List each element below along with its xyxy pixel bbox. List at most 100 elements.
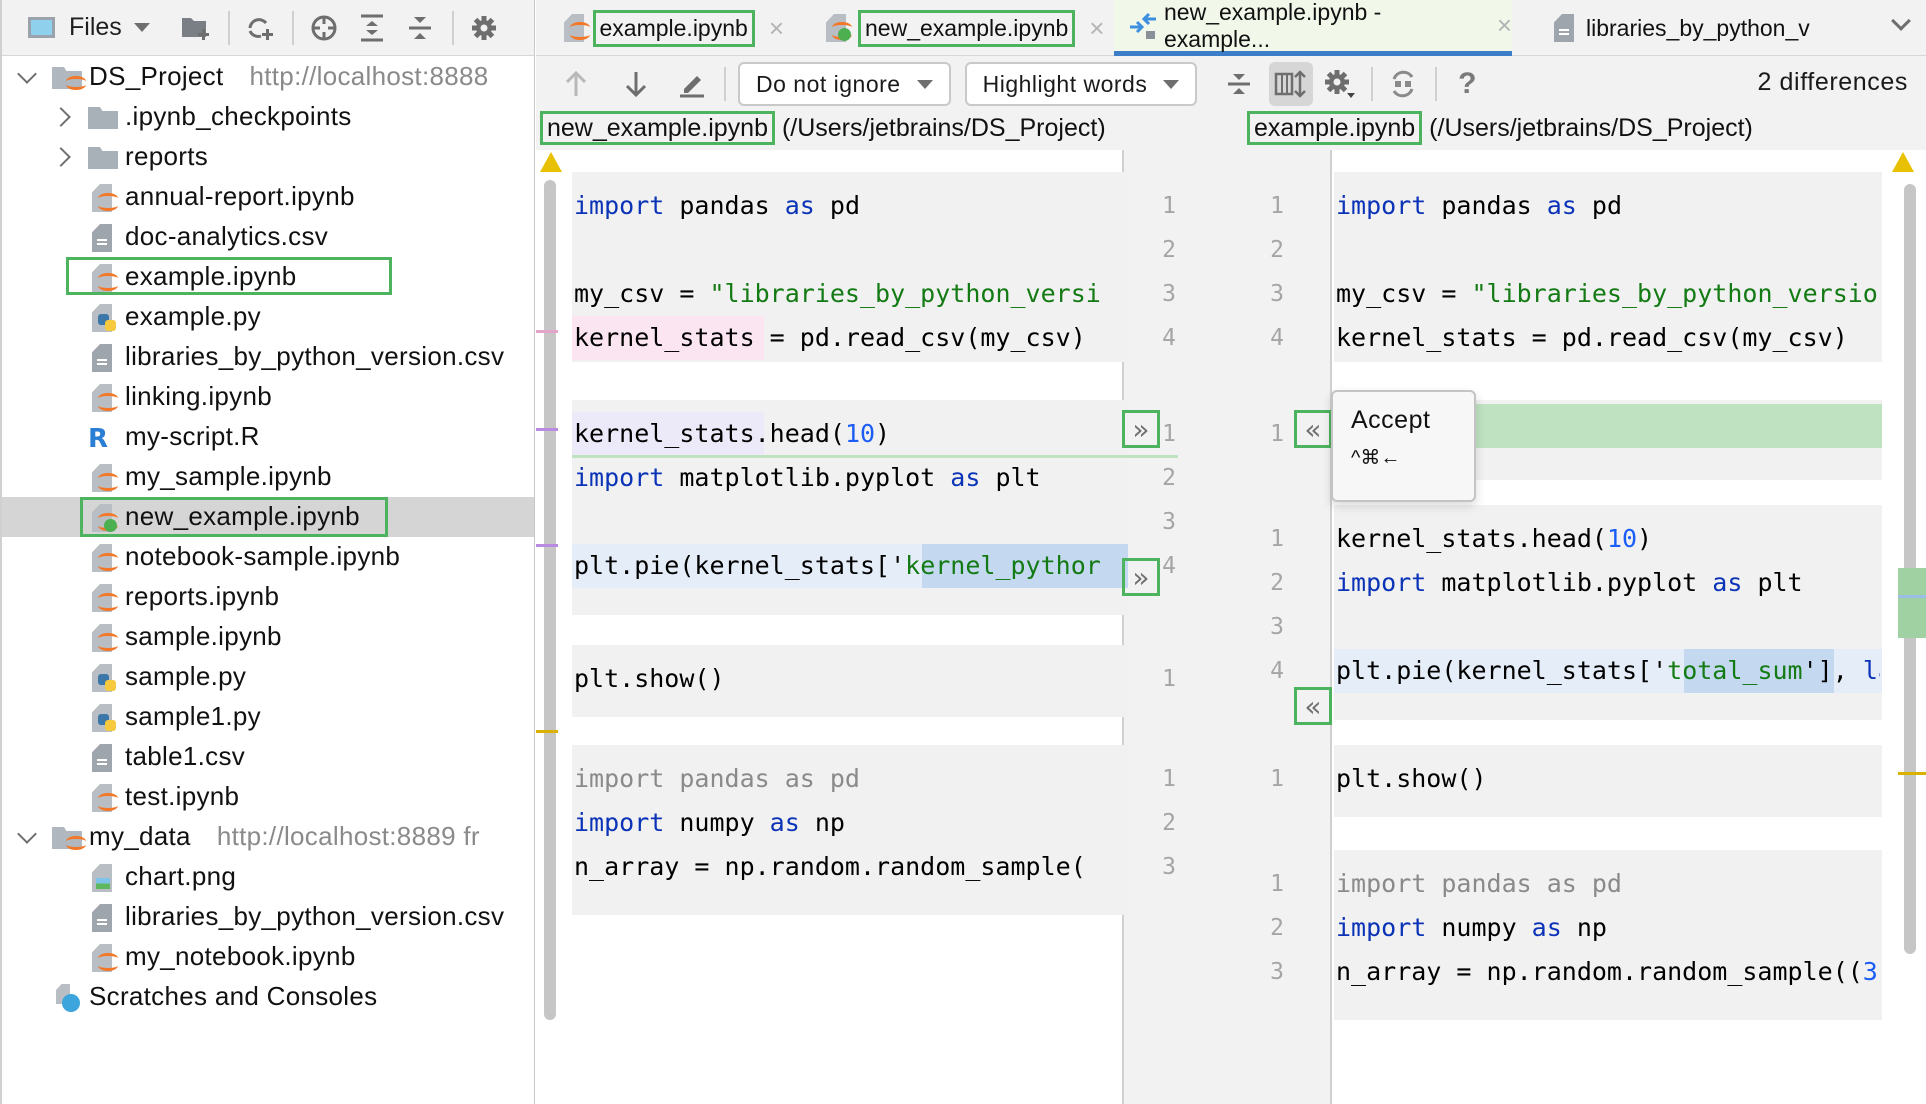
code-line[interactable] <box>1336 228 1880 272</box>
tree-item[interactable]: Rmy-script.R <box>2 417 534 457</box>
expand-all-icon[interactable] <box>354 10 390 46</box>
refresh-icon[interactable] <box>242 10 278 46</box>
tree-item[interactable]: reports <box>2 137 534 177</box>
left-warning-icon[interactable] <box>540 152 562 172</box>
highlight-policy-dropdown[interactable]: Highlight words <box>964 62 1198 106</box>
server-url-hint: http://localhost:8889 fr <box>216 821 480 851</box>
locate-icon[interactable] <box>306 10 342 46</box>
code-line[interactable]: my_csv = "libraries_by_python_version <box>1336 272 1880 316</box>
view-selector-label[interactable]: Files <box>69 13 122 42</box>
tree-item[interactable]: my_sample.ipynb <box>2 457 534 497</box>
line-number: 3 <box>1162 281 1176 307</box>
editor-tab[interactable]: example.ipynb × <box>546 0 784 56</box>
code-line[interactable]: n_array = np.random.random_sample( <box>574 845 1126 889</box>
code-line[interactable]: kernel_stats = pd.read_csv(my_csv) <box>1336 316 1880 360</box>
tree-item[interactable]: my_notebook.ipynb <box>2 937 534 977</box>
tree-item-name: my-script.R <box>125 421 260 451</box>
close-tab-icon[interactable]: × <box>769 13 784 44</box>
next-difference-icon[interactable] <box>618 66 654 102</box>
close-tab-icon[interactable]: × <box>1089 13 1104 44</box>
code-line[interactable]: import numpy as np <box>1336 906 1880 950</box>
jupyter-notebook-icon <box>88 584 118 612</box>
csv-file-icon <box>88 744 116 772</box>
tree-item-name: sample1.py <box>125 701 261 731</box>
previous-difference-icon[interactable] <box>558 66 594 102</box>
tree-item-name: my_sample.ipynb <box>125 461 332 491</box>
ignore-policy-dropdown[interactable]: Do not ignore <box>738 62 951 106</box>
code-line[interactable]: kernel_stats.head(10) <box>1336 517 1880 561</box>
tree-item[interactable]: linking.ipynb <box>2 377 534 417</box>
code-line[interactable]: kernel_stats = pd.read_csv(my_csv) <box>574 316 1126 360</box>
code-line[interactable]: plt.show() <box>574 657 1126 701</box>
tree-item[interactable]: DS_Project http://localhost:8888 <box>2 57 534 97</box>
chevron-down-icon[interactable] <box>17 824 37 844</box>
right-warning-icon[interactable] <box>1892 152 1914 172</box>
tree-item[interactable]: new_example.ipynb <box>2 497 534 537</box>
settings-gear-icon[interactable] <box>466 10 502 46</box>
change-marker <box>1898 595 1926 598</box>
tree-item[interactable]: annual-report.ipynb <box>2 177 534 217</box>
code-line[interactable]: import pandas as pd <box>1336 184 1880 228</box>
line-number: 1 <box>1270 766 1284 792</box>
tree-item[interactable]: my_data http://localhost:8889 fr <box>2 817 534 857</box>
code-line[interactable]: n_array = np.random.random_sample((3, <box>1336 950 1880 994</box>
tree-item[interactable]: notebook-sample.ipynb <box>2 537 534 577</box>
code-line[interactable]: import pandas as pd <box>1336 862 1880 906</box>
tree-item[interactable]: libraries_by_python_version.csv <box>2 337 534 377</box>
close-tab-icon[interactable]: × <box>1497 10 1512 41</box>
accept-right-change-button[interactable]: « <box>1294 687 1332 725</box>
chevron-right-icon[interactable] <box>51 147 71 167</box>
editor-tabs: example.ipynb × new_example.ipynb × new_exam… <box>536 0 1926 56</box>
chevron-down-icon[interactable] <box>133 23 150 32</box>
tree-item[interactable]: table1.csv <box>2 737 534 777</box>
tree-item-name: DS_Project <box>89 61 224 91</box>
tree-item[interactable]: libraries_by_python_version.csv <box>2 897 534 937</box>
code-line[interactable]: import matplotlib.pyplot as plt <box>1336 561 1880 605</box>
tree-item-label: sample1.py <box>125 701 261 732</box>
code-line[interactable]: import matplotlib.pyplot as plt <box>574 456 1126 500</box>
edit-source-icon[interactable] <box>674 66 710 102</box>
tree-item[interactable]: Scratches and Consoles <box>2 977 534 1017</box>
code-line[interactable]: import pandas as pd <box>574 184 1126 228</box>
diff-settings-gear-icon[interactable] <box>1321 66 1357 102</box>
editor-tab[interactable]: new_example.ipynb - example... × <box>1114 0 1512 56</box>
line-number: 1 <box>1162 666 1176 692</box>
tabs-overflow-chevron-icon[interactable] <box>1891 11 1911 31</box>
chevron-down-icon[interactable] <box>17 64 37 84</box>
sync-scroll-toggle-icon[interactable] <box>1269 62 1314 106</box>
apply-left-change-button[interactable]: » <box>1122 558 1160 596</box>
editor-tab[interactable]: libraries_by_python_v <box>1536 0 1926 56</box>
new-folder-icon[interactable] <box>178 10 214 46</box>
apply-left-change-button[interactable]: » <box>1122 410 1160 448</box>
code-line[interactable] <box>574 500 1126 544</box>
tree-item[interactable]: example.py <box>2 297 534 337</box>
code-line[interactable]: plt.pie(kernel_stats['kernel_pythor <box>574 544 1126 588</box>
accept-right-change-button[interactable]: « <box>1294 410 1332 448</box>
tree-item[interactable]: example.ipynb <box>2 257 534 297</box>
swap-sides-icon[interactable] <box>1385 66 1421 102</box>
tree-item[interactable]: sample1.py <box>2 697 534 737</box>
collapse-unchanged-icon[interactable] <box>1221 66 1257 102</box>
code-line[interactable]: plt.show() <box>1336 757 1880 801</box>
left-scrollbar[interactable] <box>544 180 556 1020</box>
tree-item[interactable]: reports.ipynb <box>2 577 534 617</box>
tree-item[interactable]: .ipynb_checkpoints <box>2 97 534 137</box>
code-line[interactable]: import pandas as pd <box>574 757 1126 801</box>
tree-item[interactable]: test.ipynb <box>2 777 534 817</box>
tree-item[interactable]: doc-analytics.csv <box>2 217 534 257</box>
tree-item[interactable]: chart.png <box>2 857 534 897</box>
code-line[interactable]: import numpy as np <box>574 801 1126 845</box>
tree-item-label: my_sample.ipynb <box>125 461 332 492</box>
code-line[interactable] <box>1336 605 1880 649</box>
tree-item[interactable]: sample.py <box>2 657 534 697</box>
editor-tab[interactable]: new_example.ipynb × <box>808 0 1105 56</box>
tree-item[interactable]: sample.ipynb <box>2 617 534 657</box>
chevron-right-icon[interactable] <box>51 107 71 127</box>
code-line[interactable]: kernel_stats.head(10) <box>574 412 1126 456</box>
code-line[interactable]: my_csv = "libraries_by_python_versi <box>574 272 1126 316</box>
code-line[interactable]: plt.pie(kernel_stats['total_sum'], la <box>1336 649 1880 693</box>
help-icon[interactable]: ? <box>1449 66 1485 102</box>
collapse-all-icon[interactable] <box>402 10 438 46</box>
code-line[interactable] <box>574 228 1126 272</box>
tree-item-label: DS_Project http://localhost:8888 <box>89 61 489 92</box>
